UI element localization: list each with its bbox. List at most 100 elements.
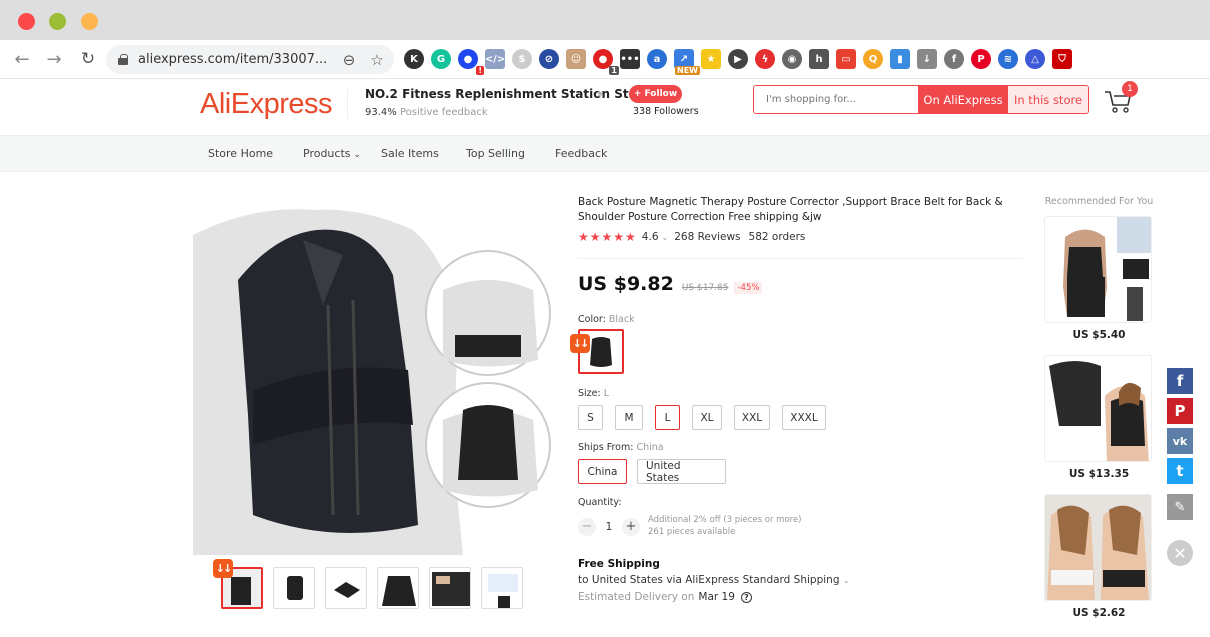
chevron-down-icon[interactable]: ⌄ xyxy=(662,233,669,242)
search-dollar-ext-icon[interactable]: $ xyxy=(512,49,532,69)
thumbnail[interactable] xyxy=(325,567,367,609)
recommended-photo xyxy=(1045,356,1151,461)
pinterest-ext-icon[interactable]: P xyxy=(971,49,991,69)
bookmark-star-icon[interactable]: ☆ xyxy=(366,51,388,69)
store-feedback: 93.4% Positive feedback xyxy=(365,107,488,118)
lock-icon xyxy=(118,54,128,65)
blue-circle-ext-icon[interactable]: ●! xyxy=(458,49,484,75)
thumbnail[interactable] xyxy=(429,567,471,609)
thumbnail[interactable] xyxy=(481,567,523,609)
follow-button[interactable]: + Follow xyxy=(629,85,682,103)
shipping-method[interactable]: to United States via AliExpress Standard… xyxy=(578,574,1023,586)
url-text[interactable]: aliexpress.com/item/33007... xyxy=(138,52,338,67)
store-nav-feedback[interactable]: Feedback xyxy=(555,147,607,160)
store-nav-products-label: Products xyxy=(303,147,351,160)
back-arrow-icon[interactable]: ← xyxy=(12,49,32,70)
store-nav: Store Home Products ⌄ Sale Items Top Sel… xyxy=(0,136,1210,172)
decrease-quantity-button[interactable]: − xyxy=(578,517,596,536)
facebook-ext-icon[interactable]: f xyxy=(944,49,964,69)
shield-ext-icon[interactable]: ⛉ xyxy=(1052,49,1072,69)
followers-count: 338 Followers xyxy=(633,106,699,117)
recommended-price[interactable]: US $13.35 xyxy=(1044,468,1154,480)
size-option-l[interactable]: L xyxy=(655,405,680,430)
increase-quantity-button[interactable]: + xyxy=(622,517,640,536)
rating-value[interactable]: 4.6 xyxy=(642,231,659,243)
red-ext-icon[interactable]: ● 1 xyxy=(593,49,619,75)
a-ext-icon[interactable]: a xyxy=(647,49,667,69)
aliexpress-logo[interactable]: AliExpress xyxy=(200,88,333,121)
ships-option-china[interactable]: China xyxy=(578,459,627,484)
k-extension-icon[interactable]: K xyxy=(404,49,424,69)
help-icon[interactable]: ? xyxy=(740,591,752,603)
size-value: L xyxy=(603,388,610,399)
reviews-link[interactable]: 268 Reviews xyxy=(674,231,740,243)
estimated-delivery: Estimated Delivery on Mar 19 ? xyxy=(578,591,1023,603)
color-label: Color: Black xyxy=(578,314,1023,325)
triangle-ext-icon[interactable]: △ xyxy=(1025,49,1045,69)
reload-icon[interactable]: ↻ xyxy=(78,49,98,69)
search-in-store-button[interactable]: In this store xyxy=(1008,86,1088,113)
recommended-price[interactable]: US $5.40 xyxy=(1044,329,1154,341)
thumbnail[interactable] xyxy=(273,567,315,609)
maximize-window-button[interactable] xyxy=(49,13,66,30)
close-window-button[interactable] xyxy=(18,13,35,30)
size-option-xxl[interactable]: XXL xyxy=(734,405,770,430)
thumbnail-image xyxy=(432,572,470,606)
caret-down-icon[interactable]: ▼ xyxy=(597,90,603,99)
grammarly-icon[interactable]: G xyxy=(431,49,451,69)
flash-ext-icon[interactable]: ϟ xyxy=(755,49,775,69)
ships-option-united-states[interactable]: United States xyxy=(637,459,726,484)
size-option-m[interactable]: M xyxy=(615,405,643,430)
hubspot-ext-icon[interactable]: h xyxy=(809,49,829,69)
address-bar[interactable]: aliexpress.com/item/33007... ⊖ ☆ xyxy=(106,45,394,74)
close-share-icon[interactable]: ✕ xyxy=(1167,540,1193,566)
vk-share-icon[interactable]: vk xyxy=(1167,428,1193,454)
size-option-s[interactable]: S xyxy=(578,405,603,430)
arrow-ext-icon[interactable]: ↗ NEW xyxy=(674,49,700,75)
search-input[interactable] xyxy=(754,86,918,113)
window-titlebar xyxy=(0,0,1210,40)
code-ext-icon[interactable]: </> xyxy=(485,49,505,69)
size-option-xxxl[interactable]: XXXL xyxy=(782,405,826,430)
ships-value: China xyxy=(636,442,664,453)
recommended-item-image[interactable] xyxy=(1044,355,1152,462)
search-on-aliexpress-button[interactable]: On AliExpress xyxy=(918,86,1008,113)
facebook-share-icon[interactable]: f xyxy=(1167,368,1193,394)
store-nav-top-selling[interactable]: Top Selling xyxy=(466,147,525,160)
block-ext-icon[interactable]: ⊘ xyxy=(539,49,559,69)
ticket-ext-icon[interactable]: ▭ xyxy=(836,49,856,69)
wave-ext-icon[interactable]: ≋ xyxy=(998,49,1018,69)
thumbnail-image xyxy=(488,574,518,608)
orange-search-ext-icon[interactable]: Q xyxy=(863,49,883,69)
film-ext-icon[interactable]: ◉ xyxy=(782,49,802,69)
dots-ext-icon[interactable]: ••• xyxy=(620,49,640,69)
zoom-icon[interactable]: ⊖ xyxy=(338,51,360,69)
store-nav-products[interactable]: Products ⌄ xyxy=(303,147,361,160)
product-main-image[interactable] xyxy=(193,195,553,555)
star-ext-icon[interactable]: ★ xyxy=(701,49,721,69)
minimize-window-button[interactable] xyxy=(81,13,98,30)
recommended-price[interactable]: US $2.62 xyxy=(1044,607,1154,619)
chart-ext-icon[interactable]: ▮ xyxy=(890,49,910,69)
size-option-xl[interactable]: XL xyxy=(692,405,722,430)
size-label-text: Size: xyxy=(578,388,601,399)
face-ext-icon[interactable]: ☺ xyxy=(566,49,586,69)
store-nav-sale-items[interactable]: Sale Items xyxy=(381,147,439,160)
download-ext-icon[interactable]: ↓ xyxy=(917,49,937,69)
color-value: Black xyxy=(608,314,635,325)
pinterest-share-icon[interactable]: P xyxy=(1167,398,1193,424)
recommended-item-image[interactable] xyxy=(1044,216,1152,323)
ships-label-text: Ships From: xyxy=(578,442,634,453)
ships-from-label: Ships From: China xyxy=(578,442,1023,453)
play-ext-icon[interactable]: ▶ xyxy=(728,49,748,69)
edit-pencil-icon[interactable]: ✎ xyxy=(1167,494,1193,520)
store-nav-home[interactable]: Store Home xyxy=(208,147,273,160)
recommended-item-image[interactable] xyxy=(1044,494,1152,601)
quantity-input[interactable]: 1 xyxy=(596,521,622,533)
size-options: S M L XL XXL XXXL xyxy=(578,405,1023,430)
product-info: Back Posture Magnetic Therapy Posture Co… xyxy=(578,195,1023,603)
thumbnail[interactable] xyxy=(377,567,419,609)
recommended-title: Recommended For You xyxy=(1044,196,1154,207)
forward-arrow-icon[interactable]: → xyxy=(44,49,64,70)
twitter-share-icon[interactable]: t xyxy=(1167,458,1193,484)
